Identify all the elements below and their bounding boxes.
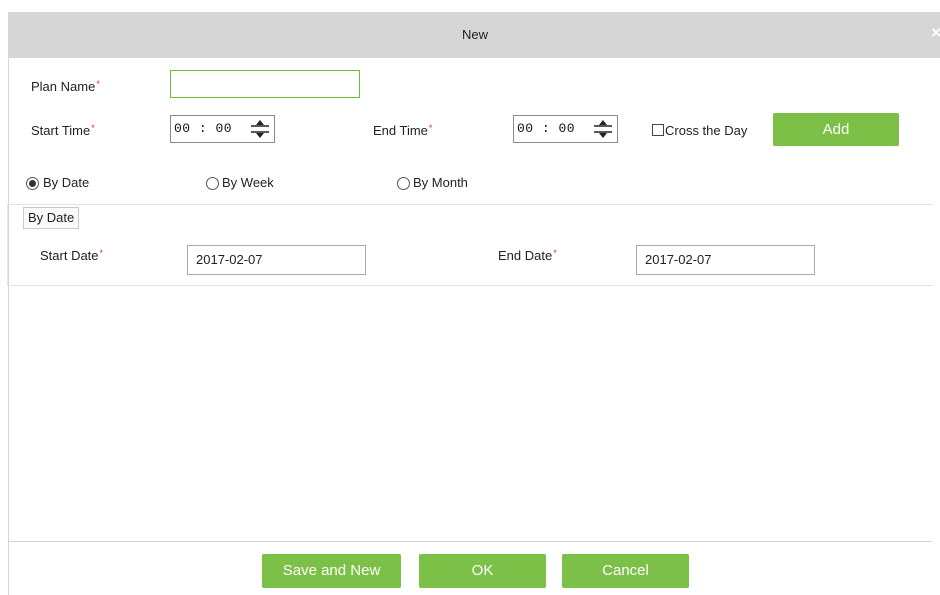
required-mark: * xyxy=(553,248,557,258)
required-mark: * xyxy=(99,248,104,258)
close-icon[interactable]: × xyxy=(931,24,940,42)
cross-the-day-label: Cross the Day xyxy=(665,123,748,138)
by-date-section-legend: By Date xyxy=(23,207,80,229)
start-time-field[interactable]: 00 : 00 xyxy=(170,115,275,143)
start-date-label: Start Date* xyxy=(40,248,104,263)
by-week-radio[interactable] xyxy=(206,177,219,190)
time-spinner-icon[interactable] xyxy=(593,119,613,139)
cancel-button[interactable]: Cancel xyxy=(562,554,689,588)
save-and-new-button[interactable]: Save and New xyxy=(262,554,401,588)
footer-divider xyxy=(8,541,932,542)
ok-button[interactable]: OK xyxy=(419,554,546,588)
required-mark: * xyxy=(91,123,95,133)
plan-name-label: Plan Name* xyxy=(31,79,100,94)
start-time-value: 00 : 00 xyxy=(174,121,233,136)
time-spinner-icon[interactable] xyxy=(250,119,270,139)
dialog-title-bar: New × xyxy=(9,12,940,58)
end-date-input[interactable]: 2017-02-07 xyxy=(636,245,815,275)
new-plan-dialog: New × xyxy=(8,12,940,595)
end-time-field[interactable]: 00 : 00 xyxy=(513,115,618,143)
end-date-label: End Date* xyxy=(498,248,557,263)
plan-name-input[interactable] xyxy=(170,70,360,98)
end-time-value: 00 : 00 xyxy=(517,121,576,136)
start-time-label: Start Time* xyxy=(31,123,95,138)
by-month-radio-label: By Month xyxy=(413,175,468,190)
dialog-title: New xyxy=(461,27,488,42)
end-time-label: End Time* xyxy=(373,123,433,138)
start-date-input[interactable]: 2017-02-07 xyxy=(187,245,366,275)
required-mark: * xyxy=(428,123,433,133)
by-date-radio-label: By Date xyxy=(43,175,90,190)
required-mark: * xyxy=(96,79,100,89)
by-week-radio-label: By Week xyxy=(222,175,274,190)
by-month-radio[interactable] xyxy=(397,177,410,190)
add-button[interactable]: Add xyxy=(773,113,899,146)
by-date-radio[interactable] xyxy=(26,177,39,190)
cross-the-day-checkbox[interactable] xyxy=(652,124,664,136)
